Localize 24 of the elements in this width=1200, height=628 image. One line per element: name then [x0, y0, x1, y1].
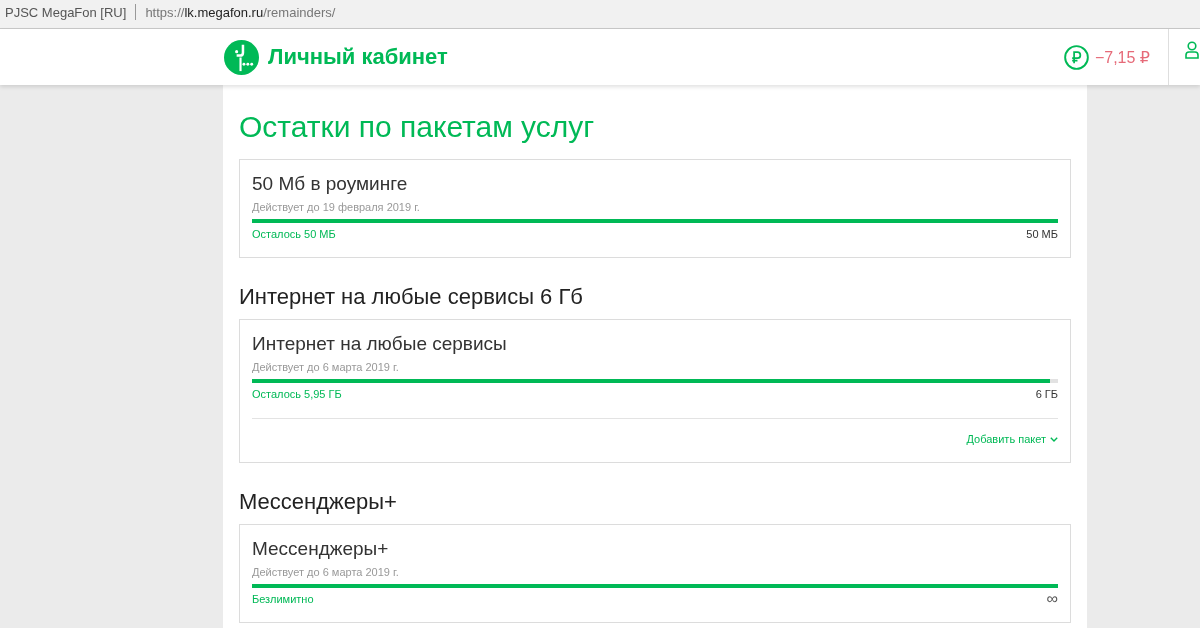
- total-amount: ∞: [1046, 592, 1058, 606]
- remaining-amount: Безлимитно: [252, 592, 314, 606]
- section-heading: Интернет на любые сервисы 6 Гб: [239, 283, 584, 311]
- add-package-link[interactable]: Добавить пакет: [966, 432, 1058, 446]
- logo-icon[interactable]: [224, 39, 259, 75]
- ruble-circle-icon: [1063, 44, 1089, 70]
- page-heading: Остатки по пакетам услуг: [239, 109, 596, 145]
- address-url[interactable]: https://lk.megafon.ru/remainders/: [145, 4, 336, 20]
- chevron-down-icon: [1050, 436, 1058, 442]
- page-title-text: PJSC MegaFon [RU]: [5, 4, 127, 20]
- remaining-amount: Осталось 5,95 ГБ: [252, 387, 342, 401]
- user-icon[interactable]: [1185, 41, 1199, 59]
- site-title[interactable]: Личный кабинет: [268, 44, 448, 70]
- validity-date: Действует до 6 марта 2019 г.: [252, 360, 400, 374]
- package-title: Интернет на любые сервисы: [252, 332, 508, 356]
- balance-amount[interactable]: −7,15 ₽: [1094, 47, 1150, 67]
- package-title: Мессенджеры+: [252, 537, 390, 561]
- total-amount: 6 ГБ: [1035, 387, 1058, 401]
- remaining-amount: Осталось 50 МБ: [252, 227, 336, 241]
- validity-date: Действует до 6 марта 2019 г.: [252, 565, 400, 579]
- total-amount: 50 МБ: [1026, 227, 1058, 241]
- validity-date: Действует до 19 февраля 2019 г.: [252, 200, 421, 214]
- package-title: 50 Мб в роуминге: [252, 172, 409, 196]
- section-heading: Мессенджеры+: [239, 488, 398, 516]
